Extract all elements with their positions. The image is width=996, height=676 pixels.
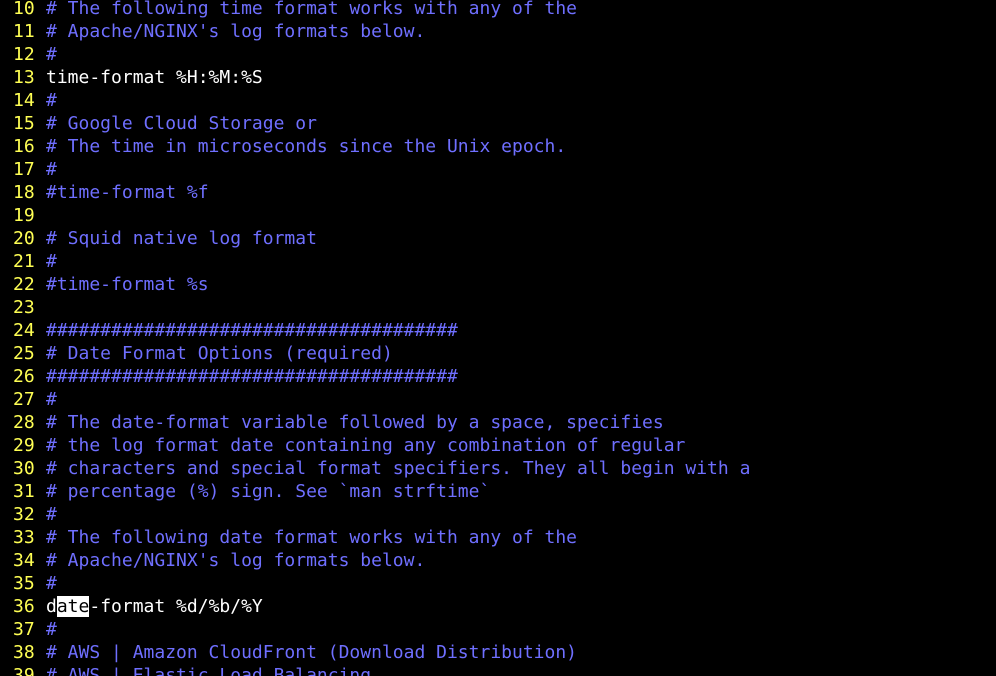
line-number: 29 xyxy=(13,435,35,456)
line-number: 37 xyxy=(13,619,35,640)
comment-text: # xyxy=(46,159,57,180)
line-number: 18 xyxy=(13,182,35,203)
code-text: time-format %H:%M:%S xyxy=(46,67,263,88)
editor-line[interactable]: 25 # Date Format Options (required) xyxy=(0,342,996,365)
vim-editor[interactable]: 10 # The following time format works with… xyxy=(0,0,996,676)
editor-line[interactable]: 18 #time-format %f xyxy=(0,181,996,204)
line-number: 16 xyxy=(13,136,35,157)
line-number: 35 xyxy=(13,573,35,594)
line-number: 26 xyxy=(13,366,35,387)
comment-text: # Squid native log format xyxy=(46,228,317,249)
line-number: 21 xyxy=(13,251,35,272)
line-number: 23 xyxy=(13,297,35,318)
line-number: 12 xyxy=(13,44,35,65)
line-number: 33 xyxy=(13,527,35,548)
comment-text: # the log format date containing any com… xyxy=(46,435,686,456)
line-number: 11 xyxy=(13,21,35,42)
comment-text: #time-format %s xyxy=(46,274,209,295)
editor-line[interactable]: 39 # AWS | Elastic Load Balancing xyxy=(0,664,996,676)
code-text-before-match: d xyxy=(46,596,57,617)
editor-line[interactable]: 14 # xyxy=(0,89,996,112)
comment-text: # Date Format Options (required) xyxy=(46,343,393,364)
editor-line[interactable]: 27 # xyxy=(0,388,996,411)
editor-line[interactable]: 11 # Apache/NGINX's log formats below. xyxy=(0,20,996,43)
editor-line[interactable]: 33 # The following date format works with… xyxy=(0,526,996,549)
comment-text: # Google Cloud Storage or xyxy=(46,113,317,134)
code-text-after-match: -format %d/%b/%Y xyxy=(89,596,263,617)
comment-text: # xyxy=(46,619,57,640)
editor-line[interactable]: 34 # Apache/NGINX's log formats below. xyxy=(0,549,996,572)
line-number: 10 xyxy=(13,0,35,19)
comment-text: ###################################### xyxy=(46,366,458,387)
comment-text: ###################################### xyxy=(46,320,458,341)
editor-line[interactable]: 19 xyxy=(0,204,996,227)
editor-line[interactable]: 24 ###################################### xyxy=(0,319,996,342)
comment-text: # Apache/NGINX's log formats below. xyxy=(46,21,426,42)
editor-line[interactable]: 26 ###################################### xyxy=(0,365,996,388)
editor-line[interactable]: 23 xyxy=(0,296,996,319)
line-number: 22 xyxy=(13,274,35,295)
editor-line[interactable]: 10 # The following time format works with… xyxy=(0,0,996,20)
comment-text: # xyxy=(46,90,57,111)
editor-line[interactable]: 38 # AWS | Amazon CloudFront (Download Di… xyxy=(0,641,996,664)
line-number: 14 xyxy=(13,90,35,111)
comment-text: #time-format %f xyxy=(46,182,209,203)
line-number: 30 xyxy=(13,458,35,479)
comment-text: # Apache/NGINX's log formats below. xyxy=(46,550,426,571)
editor-lines: 10 # The following time format works with… xyxy=(0,0,996,676)
editor-line[interactable]: 29 # the log format date containing any c… xyxy=(0,434,996,457)
line-number: 17 xyxy=(13,159,35,180)
comment-text: # The following date format works with a… xyxy=(46,527,578,548)
comment-text: # xyxy=(46,504,57,525)
editor-line[interactable]: 28 # The date-format variable followed by… xyxy=(0,411,996,434)
line-number: 24 xyxy=(13,320,35,341)
editor-line[interactable]: 32 # xyxy=(0,503,996,526)
editor-line[interactable]: 13 time-format %H:%M:%S xyxy=(0,66,996,89)
comment-text: # The date-format variable followed by a… xyxy=(46,412,664,433)
editor-line[interactable]: 30 # characters and special format specif… xyxy=(0,457,996,480)
line-number: 28 xyxy=(13,412,35,433)
editor-line[interactable]: 21 # xyxy=(0,250,996,273)
comment-text: # xyxy=(46,389,57,410)
search-match-highlight: ate xyxy=(56,596,90,617)
comment-text: # The time in microseconds since the Uni… xyxy=(46,136,567,157)
line-number: 15 xyxy=(13,113,35,134)
editor-line[interactable]: 20 # Squid native log format xyxy=(0,227,996,250)
line-number: 36 xyxy=(13,596,35,617)
editor-line[interactable]: 37 # xyxy=(0,618,996,641)
editor-line[interactable]: 15 # Google Cloud Storage or xyxy=(0,112,996,135)
editor-line[interactable]: 31 # percentage (%) sign. See `man strfti… xyxy=(0,480,996,503)
editor-line[interactable]: 22 #time-format %s xyxy=(0,273,996,296)
comment-text: # percentage (%) sign. See `man strftime… xyxy=(46,481,491,502)
comment-text: # The following time format works with a… xyxy=(46,0,578,19)
comment-text: # xyxy=(46,251,57,272)
comment-text: # xyxy=(46,573,57,594)
comment-text: # characters and special format specifie… xyxy=(46,458,751,479)
line-number: 27 xyxy=(13,389,35,410)
comment-text: # xyxy=(46,44,57,65)
line-number: 31 xyxy=(13,481,35,502)
line-number: 13 xyxy=(13,67,35,88)
editor-line[interactable]: 17 # xyxy=(0,158,996,181)
line-number: 34 xyxy=(13,550,35,571)
line-number: 32 xyxy=(13,504,35,525)
editor-line[interactable]: 36 date-format %d/%b/%Y xyxy=(0,595,996,618)
line-number: 19 xyxy=(13,205,35,226)
editor-line[interactable]: 12 # xyxy=(0,43,996,66)
code-text-with-search-match: date-format %d/%b/%Y xyxy=(46,596,263,617)
editor-line[interactable]: 16 # The time in microseconds since the U… xyxy=(0,135,996,158)
line-number: 20 xyxy=(13,228,35,249)
line-number: 39 xyxy=(13,665,35,676)
line-number: 38 xyxy=(13,642,35,663)
editor-line[interactable]: 35 # xyxy=(0,572,996,595)
comment-text: # AWS | Amazon CloudFront (Download Dist… xyxy=(46,642,578,663)
line-number: 25 xyxy=(13,343,35,364)
comment-text: # AWS | Elastic Load Balancing xyxy=(46,665,372,676)
